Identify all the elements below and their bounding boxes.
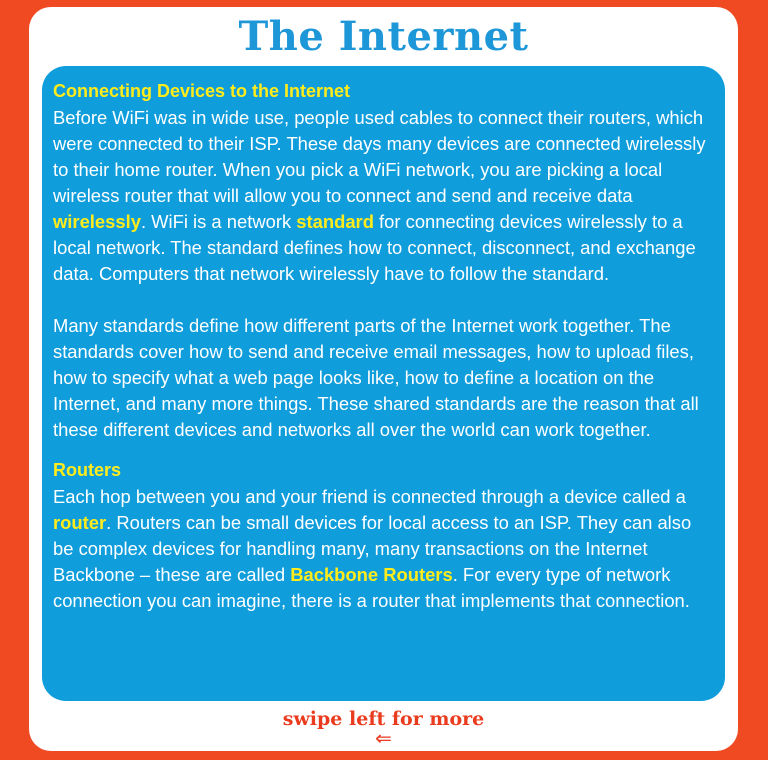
- text-run: Each hop between you and your friend is …: [53, 486, 686, 507]
- text-run: Before WiFi was in wide use, people used…: [53, 107, 706, 206]
- keyword-wirelessly: wirelessly: [53, 211, 141, 232]
- keyword-standard: standard: [296, 211, 374, 232]
- left-arrow-icon: ⇐: [375, 726, 392, 750]
- paragraph-routers: Each hop between you and your friend is …: [53, 484, 714, 614]
- keyword-router: router: [53, 512, 107, 533]
- section-heading-routers: Routers: [53, 460, 122, 480]
- text-run: . WiFi is a network: [140, 211, 297, 232]
- keyword-backbone-routers: Backbone Routers: [290, 564, 453, 585]
- text-panel: Connecting Devices to the Internet Befor…: [42, 66, 725, 701]
- section-heading-connecting: Connecting Devices to the Internet: [53, 81, 351, 101]
- paragraph-standards: Many standards define how different part…: [53, 315, 699, 440]
- page-title: The Internet: [238, 13, 529, 60]
- content-card: The Internet Connecting Devices to the I…: [29, 7, 738, 751]
- paragraph-wifi: Before WiFi was in wide use, people used…: [53, 105, 714, 287]
